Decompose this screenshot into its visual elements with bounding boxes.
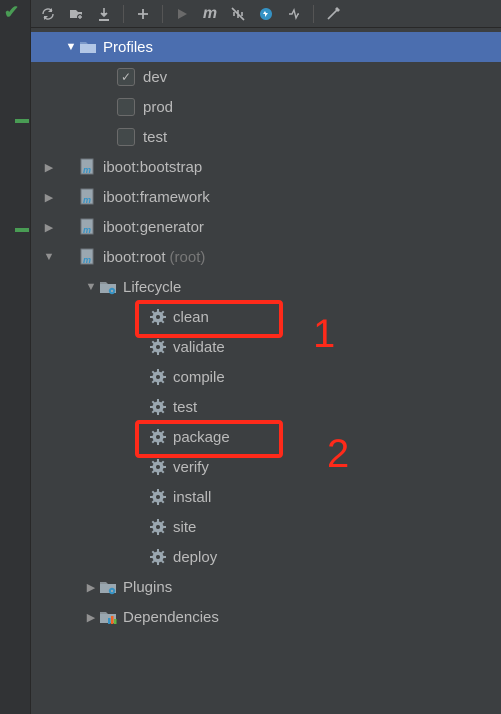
m-icon[interactable]: m: [197, 3, 223, 25]
svg-text:m: m: [83, 195, 91, 205]
lifecycle-node[interactable]: ▼ Lifecycle: [31, 272, 501, 302]
svg-text:m: m: [83, 165, 91, 175]
gear-icon: [149, 428, 167, 446]
folder-profiles-icon: [79, 38, 97, 56]
checkbox[interactable]: [117, 128, 135, 146]
check-icon: ✔: [4, 2, 19, 23]
lifecycle-goal-test[interactable]: test: [31, 392, 501, 422]
profile-label: dev: [143, 69, 167, 86]
profiles-node[interactable]: ▼ Profiles: [31, 32, 501, 62]
maven-module-icon: m: [79, 158, 97, 176]
maven-module-icon: m: [79, 218, 97, 236]
toolbar-separator: [162, 5, 163, 23]
chevron-right-icon[interactable]: ▶: [41, 221, 57, 234]
chevron-down-icon[interactable]: ▼: [63, 41, 79, 53]
folder-plugins-icon: [99, 578, 117, 596]
maven-toolbar: m: [31, 0, 501, 28]
lifecycle-goal-validate[interactable]: validate: [31, 332, 501, 362]
run-icon[interactable]: [169, 3, 195, 25]
folder-dependencies-icon: [99, 608, 117, 626]
goal-label: verify: [173, 459, 209, 476]
module-label: iboot:generator: [103, 219, 204, 236]
gutter-marker: [15, 119, 29, 123]
gear-icon: [149, 458, 167, 476]
profile-item[interactable]: test: [31, 122, 501, 152]
chevron-right-icon[interactable]: ▶: [83, 581, 99, 594]
goal-label: compile: [173, 369, 225, 386]
chevron-down-icon[interactable]: ▼: [41, 251, 57, 263]
dependencies-label: Dependencies: [123, 609, 219, 626]
module-label: iboot:bootstrap: [103, 159, 202, 176]
profile-item[interactable]: ✓ dev: [31, 62, 501, 92]
refresh-icon[interactable]: [35, 3, 61, 25]
profile-item[interactable]: prod: [31, 92, 501, 122]
profile-label: test: [143, 129, 167, 146]
toolbar-separator: [313, 5, 314, 23]
toolbar-separator: [123, 5, 124, 23]
goal-label: package: [173, 429, 230, 446]
maven-tool-window: m ▼ Profiles ✓devprodtest ▶miboot:boo: [30, 0, 501, 714]
profile-label: prod: [143, 99, 173, 116]
chevron-right-icon[interactable]: ▶: [83, 611, 99, 624]
goal-label: clean: [173, 309, 209, 326]
module-suffix: (root): [170, 249, 206, 266]
download-icon[interactable]: [91, 3, 117, 25]
execute-icon[interactable]: [253, 3, 279, 25]
lifecycle-label: Lifecycle: [123, 279, 181, 296]
svg-text:m: m: [83, 255, 91, 265]
module-label: iboot:framework: [103, 189, 210, 206]
toggle-offline-icon[interactable]: [225, 3, 251, 25]
module-label: iboot:root: [103, 249, 166, 266]
lifecycle-goal-deploy[interactable]: deploy: [31, 542, 501, 572]
chevron-right-icon[interactable]: ▶: [41, 191, 57, 204]
gutter-marker: [15, 228, 29, 232]
dependencies-node[interactable]: ▶ Dependencies: [31, 602, 501, 632]
gear-icon: [149, 398, 167, 416]
lifecycle-goal-package[interactable]: package: [31, 422, 501, 452]
goal-label: test: [173, 399, 197, 416]
goal-label: validate: [173, 339, 225, 356]
lifecycle-goal-compile[interactable]: compile: [31, 362, 501, 392]
gear-icon: [149, 338, 167, 356]
skip-tests-icon[interactable]: [281, 3, 307, 25]
chevron-right-icon[interactable]: ▶: [41, 161, 57, 174]
goal-label: install: [173, 489, 211, 506]
chevron-down-icon[interactable]: ▼: [83, 281, 99, 293]
module-root-node[interactable]: ▼ m iboot:root (root): [31, 242, 501, 272]
gear-icon: [149, 548, 167, 566]
gear-icon: [149, 488, 167, 506]
profiles-label: Profiles: [103, 39, 153, 56]
folder-lifecycle-icon: [99, 278, 117, 296]
gear-icon: [149, 308, 167, 326]
svg-text:m: m: [83, 225, 91, 235]
checkbox[interactable]: ✓: [117, 68, 135, 86]
lifecycle-goal-install[interactable]: install: [31, 482, 501, 512]
gear-icon: [149, 368, 167, 386]
goal-label: site: [173, 519, 196, 536]
gear-icon: [149, 518, 167, 536]
lifecycle-goal-clean[interactable]: clean: [31, 302, 501, 332]
module-node[interactable]: ▶ m iboot:generator: [31, 212, 501, 242]
add-icon[interactable]: [130, 3, 156, 25]
checkbox[interactable]: [117, 98, 135, 116]
settings-icon[interactable]: [320, 3, 346, 25]
module-node[interactable]: ▶ m iboot:bootstrap: [31, 152, 501, 182]
generate-sources-icon[interactable]: [63, 3, 89, 25]
plugins-node[interactable]: ▶ Plugins: [31, 572, 501, 602]
maven-module-icon: m: [79, 248, 97, 266]
lifecycle-goal-verify[interactable]: verify: [31, 452, 501, 482]
plugins-label: Plugins: [123, 579, 172, 596]
lifecycle-goal-site[interactable]: site: [31, 512, 501, 542]
maven-tree: ▼ Profiles ✓ dev prod test ▶ m iboot:bootstra…: [31, 28, 501, 632]
goal-label: deploy: [173, 549, 217, 566]
module-node[interactable]: ▶ m iboot:framework: [31, 182, 501, 212]
editor-gutter: ✔: [0, 0, 30, 714]
maven-module-icon: m: [79, 188, 97, 206]
